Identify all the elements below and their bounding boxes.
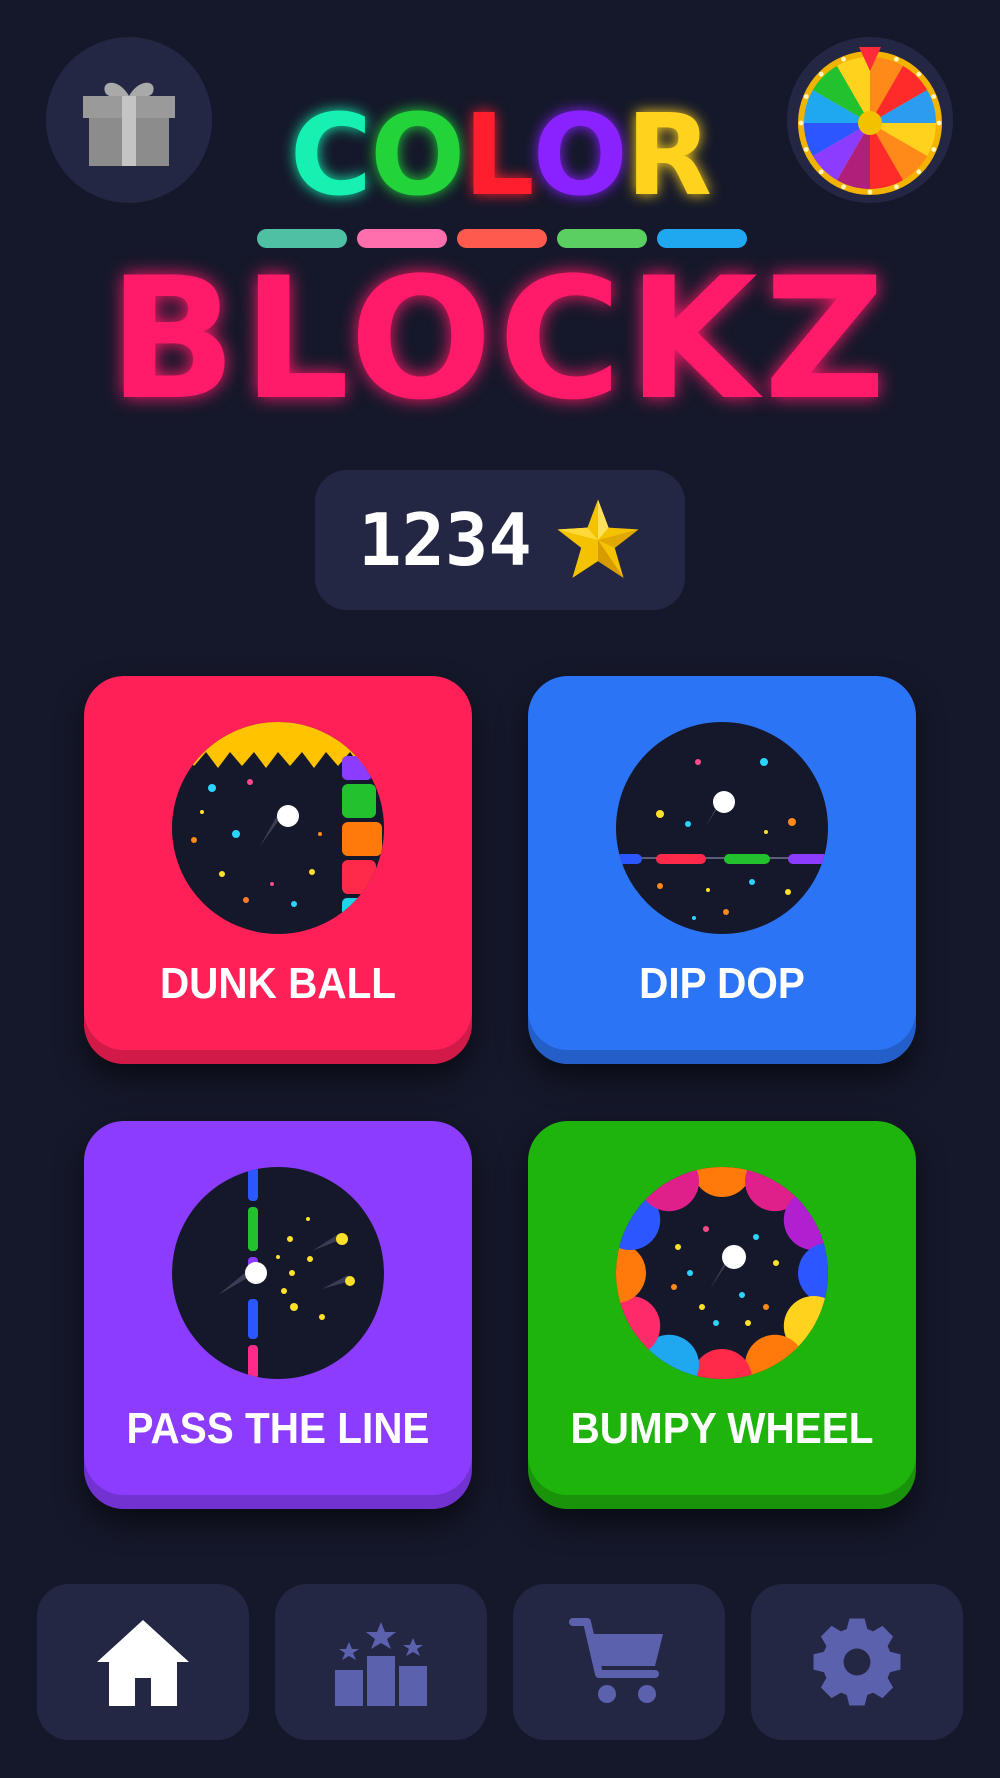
game-tile-dip-dop[interactable]: DIP DOP bbox=[528, 676, 916, 1064]
game-label: PASS THE LINE bbox=[126, 1404, 430, 1453]
logo-color-word: COLOR bbox=[0, 100, 1000, 212]
game-tile-dunk-ball[interactable]: DUNK BALL bbox=[84, 676, 472, 1064]
dip-dop-preview bbox=[616, 722, 828, 934]
nav-leaderboard[interactable] bbox=[275, 1584, 487, 1740]
game-label: DUNK BALL bbox=[159, 959, 397, 1008]
nav-home[interactable] bbox=[37, 1584, 249, 1740]
gear-icon bbox=[813, 1618, 901, 1706]
bumpy-wheel-preview bbox=[616, 1167, 828, 1379]
score-display: 1234 bbox=[315, 470, 685, 610]
leaderboard-icon bbox=[335, 1622, 427, 1706]
home-icon bbox=[97, 1620, 189, 1706]
dunk-ball-preview bbox=[172, 722, 384, 934]
logo-letter: O bbox=[532, 91, 628, 221]
score-value: 1234 bbox=[358, 498, 532, 582]
game-tile-pass-the-line[interactable]: PASS THE LINE bbox=[84, 1121, 472, 1509]
logo-letter: O bbox=[370, 91, 465, 221]
nav-shop[interactable] bbox=[513, 1584, 725, 1740]
pass-the-line-preview bbox=[172, 1167, 384, 1379]
game-tile-bumpy-wheel[interactable]: BUMPY WHEEL bbox=[528, 1121, 916, 1509]
star-icon bbox=[557, 499, 639, 578]
game-label: DIP DOP bbox=[639, 959, 805, 1008]
cart-icon bbox=[569, 1618, 663, 1703]
logo-letter: L bbox=[463, 91, 534, 221]
nav-settings[interactable] bbox=[751, 1584, 963, 1740]
logo-letter: R bbox=[625, 91, 712, 221]
logo-letter: C bbox=[289, 91, 372, 221]
logo-blockz: BLOCKZ bbox=[108, 241, 892, 437]
game-label: BUMPY WHEEL bbox=[570, 1404, 874, 1453]
